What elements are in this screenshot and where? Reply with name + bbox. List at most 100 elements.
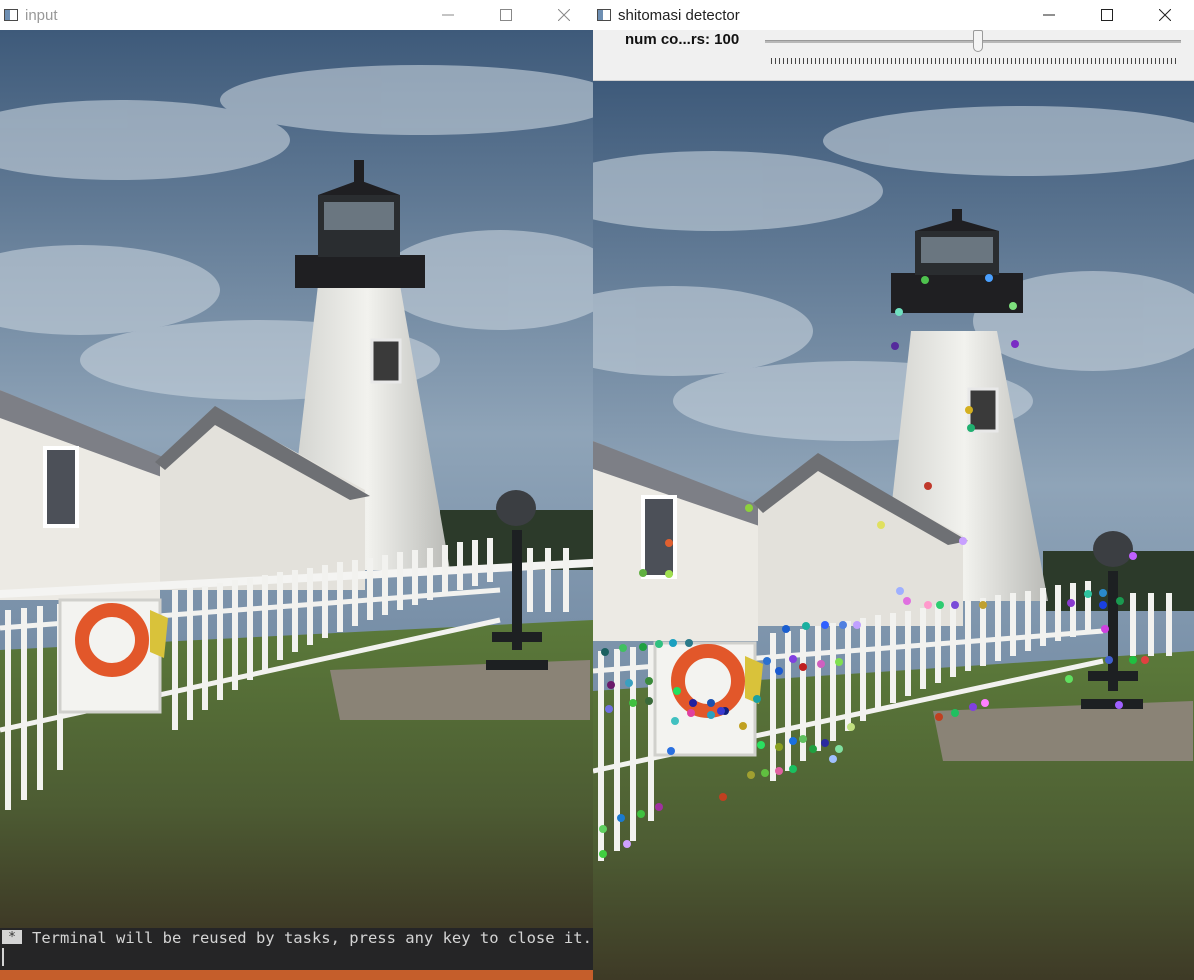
corner-marker <box>1129 552 1137 560</box>
corner-marker <box>639 643 647 651</box>
minimize-button[interactable] <box>419 0 477 30</box>
corner-marker <box>671 717 679 725</box>
terminal-panel[interactable]: * Terminal will be reused by tasks, pres… <box>0 928 593 970</box>
app-window-icon <box>4 9 18 21</box>
corner-marker <box>799 735 807 743</box>
corner-marker <box>1115 701 1123 709</box>
corner-marker <box>821 621 829 629</box>
corner-marker <box>747 771 755 779</box>
corner-marker <box>935 713 943 721</box>
corner-marker <box>775 743 783 751</box>
maximize-icon <box>1101 9 1113 21</box>
corner-marker <box>639 569 647 577</box>
corner-marker <box>753 695 761 703</box>
corner-marker <box>689 699 697 707</box>
corner-marker <box>637 810 645 818</box>
corner-marker <box>1141 656 1149 664</box>
corner-marker <box>763 657 771 665</box>
trackbar-thumb[interactable] <box>973 30 983 52</box>
corner-marker <box>607 681 615 689</box>
corner-marker <box>625 679 633 687</box>
corner-marker <box>847 723 855 731</box>
corner-marker <box>789 655 797 663</box>
corner-marker <box>1084 590 1092 598</box>
close-button[interactable] <box>535 0 593 30</box>
terminal-marker: * <box>2 930 22 945</box>
corner-marker <box>617 814 625 822</box>
corner-marker <box>903 597 911 605</box>
corner-marker <box>669 639 677 647</box>
detector-image <box>593 81 1194 980</box>
corner-marker <box>673 687 681 695</box>
corner-marker <box>623 840 631 848</box>
corner-marker <box>645 697 653 705</box>
corner-marker <box>969 703 977 711</box>
corner-marker <box>745 504 753 512</box>
corner-marker <box>1099 589 1107 597</box>
corner-marker <box>817 660 825 668</box>
corner-marker <box>619 644 627 652</box>
corner-marker <box>1011 340 1019 348</box>
input-window-controls <box>419 0 593 30</box>
corner-marker <box>802 622 810 630</box>
corner-marker <box>665 570 673 578</box>
corner-marker <box>839 621 847 629</box>
corner-marker <box>645 677 653 685</box>
close-button[interactable] <box>1136 0 1194 30</box>
trackbar-label: num co...rs: 100 <box>625 31 740 48</box>
corner-marker <box>707 699 715 707</box>
corner-marker <box>835 658 843 666</box>
corner-marker <box>1105 656 1113 664</box>
input-titlebar[interactable]: input <box>0 0 593 30</box>
corner-marker <box>667 747 675 755</box>
corner-marker <box>921 276 929 284</box>
detector-titlebar[interactable]: shitomasi detector <box>593 0 1194 30</box>
corner-marker <box>981 699 989 707</box>
maximize-button[interactable] <box>477 0 535 30</box>
input-window: input <box>0 0 593 928</box>
corner-marker <box>799 663 807 671</box>
trackbar-ticks <box>771 58 1176 64</box>
corner-marker <box>936 601 944 609</box>
corner-marker <box>685 639 693 647</box>
corner-marker <box>1099 601 1107 609</box>
corner-marker <box>891 342 899 350</box>
corner-marker <box>1129 656 1137 664</box>
corner-marker <box>655 640 663 648</box>
status-bar <box>0 970 593 980</box>
corner-marker <box>789 765 797 773</box>
detector-window-title: shitomasi detector <box>618 6 740 24</box>
corner-marker <box>1116 597 1124 605</box>
corner-marker <box>985 274 993 282</box>
corner-marker <box>782 625 790 633</box>
corner-marker <box>775 667 783 675</box>
input-image <box>0 30 593 928</box>
corner-marker <box>1067 599 1075 607</box>
corner-marker <box>979 601 987 609</box>
trackbar-panel: num co...rs: 100 <box>593 30 1194 81</box>
corner-marker <box>967 424 975 432</box>
corner-marker <box>757 741 765 749</box>
corner-marker <box>605 705 613 713</box>
corner-marker <box>959 537 967 545</box>
app-window-icon <box>597 9 611 21</box>
corner-marker <box>965 406 973 414</box>
maximize-button[interactable] <box>1078 0 1136 30</box>
corner-marker <box>835 745 843 753</box>
corner-marker <box>829 755 837 763</box>
input-window-title: input <box>25 6 58 24</box>
corner-marker <box>951 709 959 717</box>
close-icon <box>558 9 570 21</box>
minimize-button[interactable] <box>1020 0 1078 30</box>
corner-marker <box>789 737 797 745</box>
corner-marker <box>665 539 673 547</box>
maximize-icon <box>500 9 512 21</box>
corner-marker <box>1101 625 1109 633</box>
detector-window: shitomasi detector num co...rs: 100 <box>593 0 1194 980</box>
corner-marker <box>951 601 959 609</box>
terminal-cursor <box>2 948 4 966</box>
corner-marker <box>853 621 861 629</box>
corner-marker <box>1009 302 1017 310</box>
corner-marker <box>775 767 783 775</box>
minimize-icon <box>442 14 454 16</box>
